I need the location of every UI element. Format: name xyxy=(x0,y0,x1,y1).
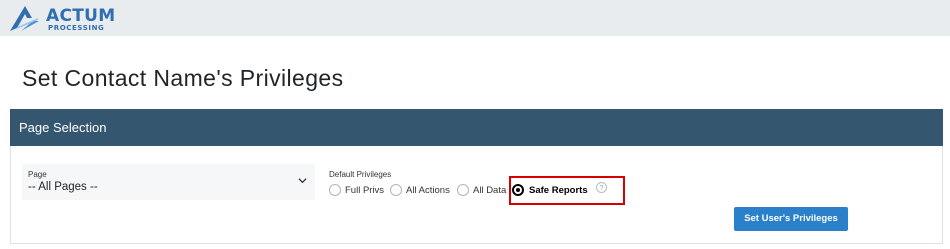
logo-name: ACTUM xyxy=(46,6,116,26)
radio-full-privs-label[interactable]: Full Privs xyxy=(345,185,384,196)
default-privileges-label: Default Privileges xyxy=(329,170,392,179)
page-select[interactable]: Page -- All Pages -- xyxy=(22,164,315,200)
top-bar: ACTUM PROCESSING xyxy=(0,0,950,36)
set-users-privileges-button[interactable]: Set User's Privileges xyxy=(734,207,848,231)
radio-full-privs[interactable] xyxy=(329,184,341,196)
card-header-title: Page Selection xyxy=(19,120,107,135)
logo-subtitle: PROCESSING xyxy=(48,24,105,32)
radio-all-data[interactable] xyxy=(457,184,469,196)
radio-all-actions-label[interactable]: All Actions xyxy=(406,185,450,196)
radio-all-actions[interactable] xyxy=(390,184,402,196)
highlight-box xyxy=(509,176,625,205)
page-select-label: Page xyxy=(28,170,47,179)
chevron-down-icon xyxy=(298,178,307,184)
radio-all-data-label[interactable]: All Data xyxy=(473,185,506,196)
actum-logo-icon xyxy=(10,6,39,31)
actum-logo[interactable]: ACTUM PROCESSING xyxy=(8,4,128,34)
card-header: Page Selection xyxy=(10,109,943,146)
page-select-value: -- All Pages -- xyxy=(28,181,98,193)
page-title: Set Contact Name's Privileges xyxy=(22,65,344,91)
